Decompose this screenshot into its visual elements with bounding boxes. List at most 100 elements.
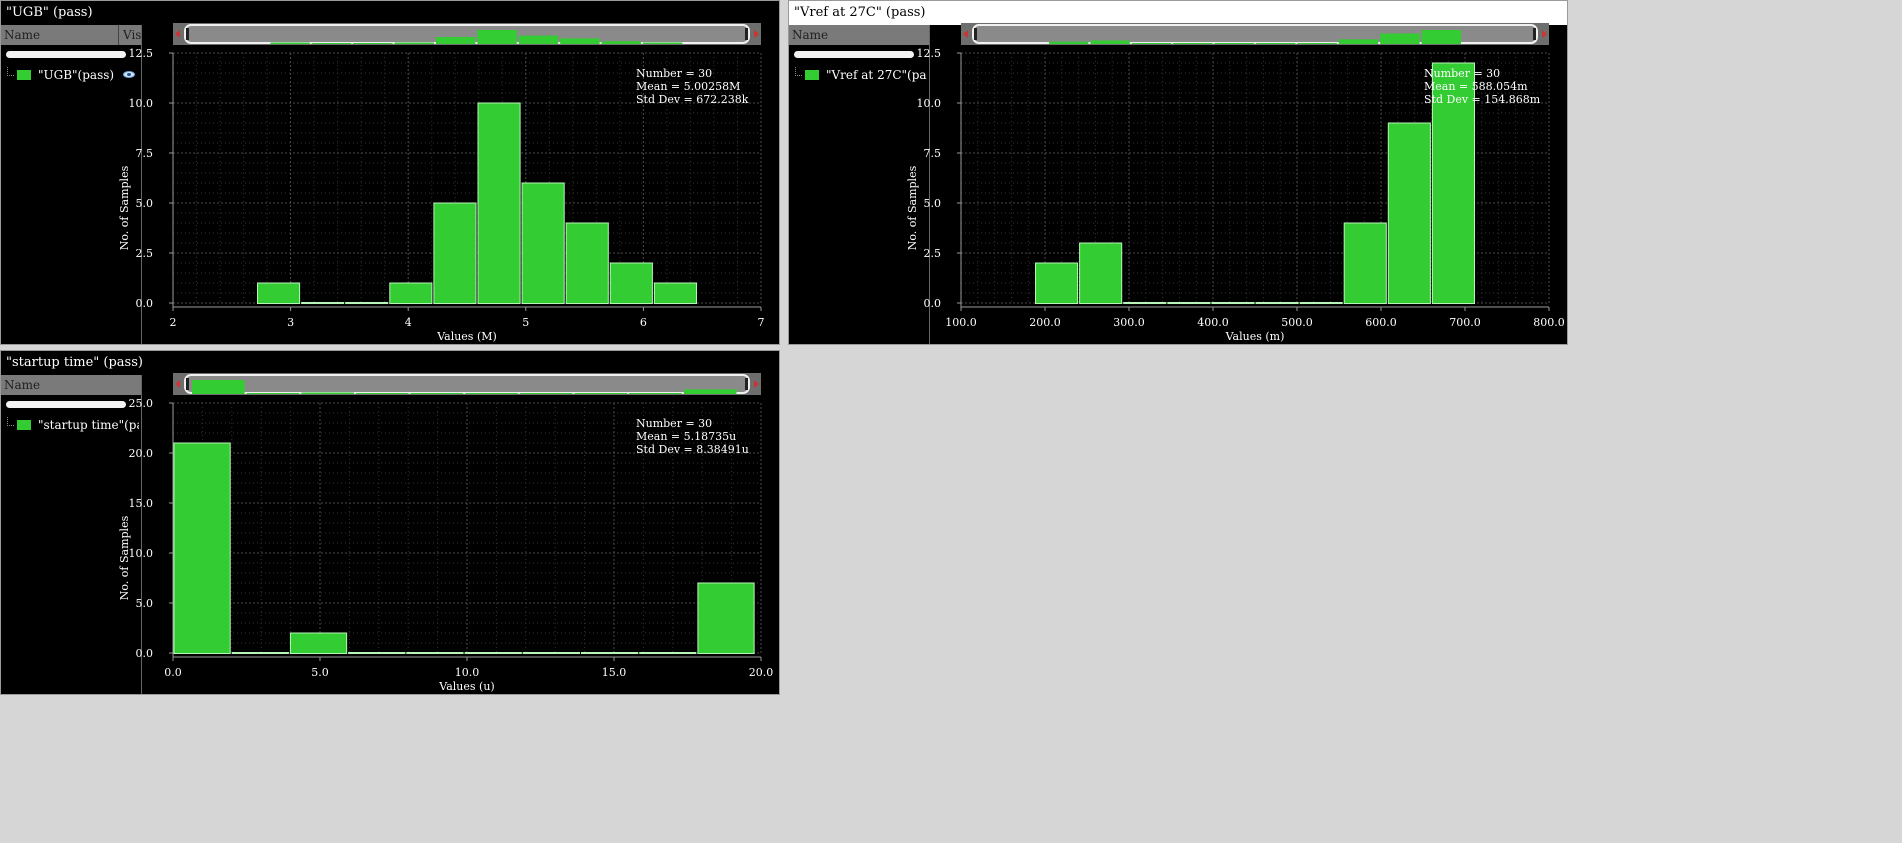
histogram-bar[interactable]: [345, 302, 389, 304]
histogram-bar[interactable]: [464, 652, 522, 654]
overview-right-handle[interactable]: [745, 28, 748, 40]
x-tick-label: 5.0: [311, 666, 329, 679]
histogram-bar[interactable]: [639, 652, 697, 654]
x-tick-label: 20.0: [749, 666, 774, 679]
scroll-right-arrow-icon[interactable]: [754, 30, 759, 38]
histogram-bar[interactable]: [653, 282, 697, 304]
legend-column-header: Name: [1, 375, 141, 395]
x-tick-label: 10.0: [455, 666, 480, 679]
legend-item[interactable]: "startup time"(pass): [7, 415, 139, 435]
overview-bar: [1214, 43, 1254, 44]
x-tick-label: 400.0: [1197, 316, 1229, 329]
legend-label: "UGB"(pass): [38, 68, 115, 82]
histogram-bar[interactable]: [173, 442, 231, 654]
stats-line: Std Dev = 672.238k: [636, 93, 749, 106]
histogram-bar[interactable]: [1167, 302, 1211, 304]
histogram-bar[interactable]: [1299, 302, 1343, 304]
histogram-panel-vref: "Vref at 27C" (pass) Name "Vref at 27C"(pa…: [788, 0, 1568, 345]
histogram-bar[interactable]: [1123, 302, 1167, 304]
x-tick-label: 700.0: [1449, 316, 1481, 329]
histogram-bar[interactable]: [477, 102, 521, 304]
overview-scroller[interactable]: [173, 23, 761, 45]
scroll-left-arrow-icon[interactable]: [175, 30, 180, 38]
overview-range[interactable]: [972, 24, 1538, 44]
overview-track[interactable]: [961, 23, 1549, 45]
overview-bar: [270, 42, 310, 44]
x-tick-label: 800.0: [1533, 316, 1565, 329]
histogram-bar[interactable]: [609, 262, 653, 304]
overview-right-handle[interactable]: [745, 378, 748, 390]
overview-scroller[interactable]: [961, 23, 1549, 45]
overview-bar: [519, 393, 573, 394]
overview-scroller[interactable]: [173, 373, 761, 395]
x-tick-label: 200.0: [1029, 316, 1061, 329]
column-name-header[interactable]: Name: [4, 25, 40, 45]
histogram-bar[interactable]: [256, 282, 301, 304]
scroll-right-arrow-icon[interactable]: [754, 380, 759, 388]
legend-scrollbar[interactable]: [6, 51, 126, 58]
histogram-bar[interactable]: [433, 202, 477, 304]
legend-scrollbar[interactable]: [794, 51, 914, 58]
stats-line: Std Dev = 154.868m: [1424, 93, 1541, 106]
scroll-left-arrow-icon[interactable]: [963, 30, 968, 38]
panel-title[interactable]: "Vref at 27C" (pass): [789, 1, 1567, 25]
tree-connector: [795, 67, 802, 76]
histogram-bar[interactable]: [697, 582, 755, 654]
overview-range[interactable]: [184, 374, 750, 394]
overview-left-handle[interactable]: [974, 28, 977, 40]
overview-right-handle[interactable]: [1533, 28, 1536, 40]
legend-label: "Vref at 27C"(pass): [826, 68, 927, 82]
overview-bar: [435, 37, 476, 44]
histogram-panel-ugb: "UGB" (pass) Name Vis "UGB"(pass) 0.0 2.5 5.0 7…: [0, 0, 780, 345]
histogram-bar[interactable]: [1079, 242, 1123, 304]
histogram-bar[interactable]: [565, 222, 609, 304]
histogram-bar[interactable]: [348, 652, 406, 654]
histogram-bar[interactable]: [1387, 122, 1431, 304]
legend-item[interactable]: "UGB"(pass): [7, 65, 139, 85]
histogram-bar[interactable]: [521, 182, 565, 304]
overview-track[interactable]: [173, 373, 761, 395]
overview-bar: [394, 42, 434, 44]
legend-swatch: [17, 420, 31, 430]
x-tick-label: 0.0: [164, 666, 182, 679]
overview-track[interactable]: [173, 23, 761, 45]
overview-range[interactable]: [184, 24, 750, 44]
x-tick-label: 15.0: [602, 666, 627, 679]
histogram-bar[interactable]: [389, 282, 433, 304]
overview-bar: [1297, 43, 1337, 44]
overview-left-handle[interactable]: [186, 378, 189, 390]
histogram-bar[interactable]: [289, 632, 348, 654]
legend-column-header: Name Vis: [1, 25, 141, 45]
column-name-header[interactable]: Name: [792, 25, 828, 45]
overview-bar: [574, 393, 628, 394]
legend-item[interactable]: "Vref at 27C"(pass): [795, 65, 927, 85]
scroll-right-arrow-icon[interactable]: [1542, 30, 1547, 38]
legend-column-header: Name: [789, 25, 929, 45]
histogram-bar[interactable]: [1255, 302, 1299, 304]
legend-scrollbar[interactable]: [6, 401, 126, 408]
stats-line: Mean = 5.18735u: [636, 430, 736, 443]
x-tick-label: 4: [405, 316, 412, 329]
grid: [960, 52, 1550, 304]
histogram-bar[interactable]: [580, 652, 639, 654]
histogram-bar[interactable]: [406, 652, 464, 654]
stats-line: Number = 30: [636, 67, 712, 80]
stats-line: Mean = 588.054m: [1424, 80, 1528, 93]
column-vis-header[interactable]: Vis: [118, 25, 141, 45]
panel-title[interactable]: "startup time" (pass): [1, 351, 779, 375]
eye-icon[interactable]: [123, 71, 135, 78]
histogram-bar[interactable]: [1035, 262, 1079, 304]
panel-title[interactable]: "UGB" (pass): [1, 1, 779, 25]
histogram-bar[interactable]: [522, 652, 580, 654]
column-name-header[interactable]: Name: [4, 375, 40, 395]
histogram-bar[interactable]: [301, 302, 345, 304]
overview-bar: [355, 393, 409, 394]
scroll-left-arrow-icon[interactable]: [175, 380, 180, 388]
histogram-bar[interactable]: [1343, 222, 1387, 304]
overview-bar: [465, 393, 518, 394]
histogram-bar[interactable]: [1431, 62, 1476, 304]
overview-left-handle[interactable]: [186, 28, 189, 40]
histogram-bar[interactable]: [231, 652, 289, 654]
histogram-bar[interactable]: [1211, 302, 1255, 304]
overview-bar: [246, 393, 300, 394]
